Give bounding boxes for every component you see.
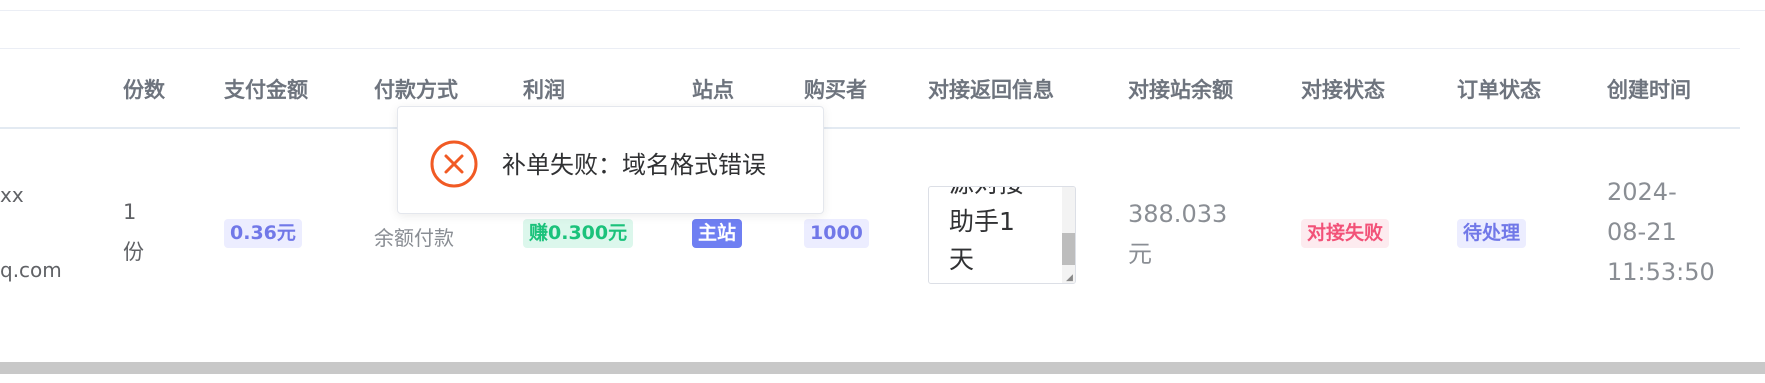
pay-method-text: 余额付款: [374, 226, 454, 250]
horizontal-scrollbar[interactable]: [0, 362, 1765, 374]
header-profit: 利润: [523, 78, 565, 102]
order-table-page: 份数 支付金额 付款方式 利润 站点 购买者 对接返回信息 对接站余额 对接状态…: [0, 0, 1765, 383]
header-order-status: 订单状态: [1457, 78, 1541, 102]
site-tag: 主站: [692, 219, 743, 248]
header-pay-method: 付款方式: [374, 78, 458, 102]
pay-amount-tag: 0.36元: [224, 219, 302, 248]
created-at-line1: 2024-: [1607, 178, 1677, 206]
error-circle-icon: [430, 140, 478, 188]
buyer-tag: 1000: [804, 219, 869, 248]
header-quantity: 份数: [123, 78, 165, 102]
header-site: 站点: [692, 78, 734, 102]
header-pay-amount: 支付金额: [224, 78, 308, 102]
dock-return-info-textarea[interactable]: 源对接 助手1 天 ◢: [928, 186, 1076, 284]
header-divider: [0, 127, 1740, 129]
resize-handle-icon[interactable]: ◢: [1066, 274, 1075, 283]
created-at: 2024- 08-21 11:53:50: [1607, 172, 1737, 292]
row-quantity-unit: 份: [123, 240, 144, 264]
dock-site-balance-unit: 元: [1128, 240, 1152, 268]
profit-tag: 赚0.300元: [523, 219, 634, 248]
order-status-tag: 待处理: [1457, 219, 1527, 248]
table-top-border: [0, 48, 1740, 49]
dock-return-info-text: 源对接 助手1 天: [949, 187, 1024, 274]
error-toast: 补单失败：域名格式错误: [397, 106, 824, 214]
header-buyer: 购买者: [804, 78, 867, 102]
header-dock-return-info: 对接返回信息: [928, 78, 1054, 102]
dock-site-balance: 388.033 元: [1128, 194, 1248, 274]
textarea-scrollbar-thumb[interactable]: [1062, 233, 1075, 265]
toast-message: 补单失败：域名格式错误: [502, 151, 766, 179]
top-divider: [0, 10, 1765, 11]
header-dock-site-balance: 对接站余额: [1128, 78, 1233, 102]
header-dock-status: 对接状态: [1301, 78, 1385, 102]
header-created-at: 创建时间: [1607, 78, 1691, 102]
dock-status-tag: 对接失败: [1301, 219, 1390, 248]
row-left-fragment-bottom: q.com: [0, 258, 62, 282]
dock-site-balance-value: 388.033: [1128, 200, 1228, 228]
created-at-line3: 11:53:50: [1607, 258, 1715, 286]
row-quantity-number: 1: [123, 200, 137, 224]
row-left-fragment-top: xx: [0, 183, 24, 207]
created-at-line2: 08-21: [1607, 218, 1677, 246]
